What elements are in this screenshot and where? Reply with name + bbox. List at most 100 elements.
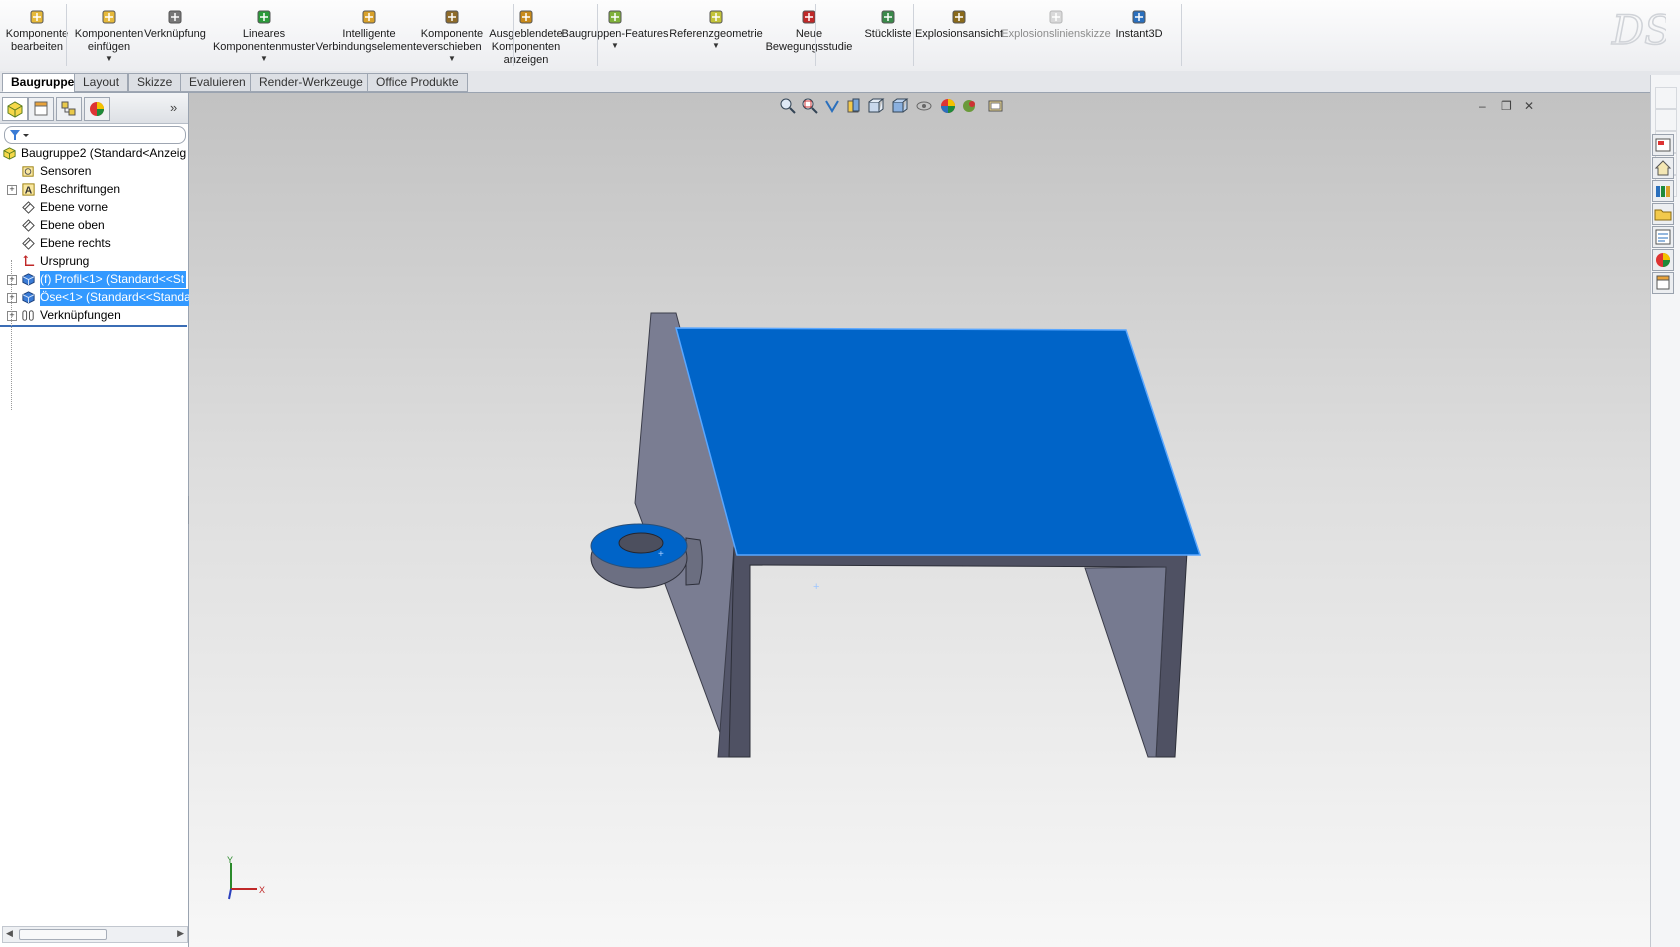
- tree-item-label: Ebene rechts: [40, 236, 111, 250]
- tree-item[interactable]: Ursprung: [0, 253, 188, 270]
- table-top-face[interactable]: [675, 327, 1202, 556]
- horizontal-scrollbar[interactable]: ◀ ▶: [2, 926, 188, 943]
- task-pane: [1650, 75, 1680, 947]
- dropdown-arrow-icon[interactable]: ▼: [416, 54, 488, 64]
- tree-end-line: [0, 325, 187, 327]
- show-hidden-components-button[interactable]: Ausgeblendete Komponenten anzeigen: [484, 8, 568, 67]
- ribbon-button-label: Explosionslinienskizze: [1001, 28, 1111, 40]
- ribbon-button-label: Komponenten einfügen: [74, 28, 144, 53]
- design-library-icon[interactable]: [1652, 180, 1674, 202]
- tree-item-label: Sensoren: [40, 164, 92, 178]
- custom-properties-icon[interactable]: [1652, 272, 1674, 294]
- move-component-icon: [445, 10, 459, 24]
- tab-render-werkzeuge[interactable]: Render-Werkzeuge: [250, 73, 372, 92]
- ribbon-button-label: Instant3D: [1115, 28, 1163, 40]
- edit-component-icon: [30, 10, 44, 24]
- table-right-side[interactable]: [1084, 566, 1167, 758]
- model-view[interactable]: + +: [189, 93, 1650, 947]
- configuration-manager-icon: [61, 101, 76, 116]
- tree-item[interactable]: Ebene vorne: [0, 199, 188, 216]
- home-icon[interactable]: [1652, 157, 1674, 179]
- assembly-features-icon: [608, 10, 622, 24]
- mate-button[interactable]: Verknüpfung: [142, 8, 208, 41]
- show-hidden-components-icon: [519, 10, 533, 24]
- tree-item[interactable]: Sensoren: [0, 163, 188, 180]
- ribbon-button-label: Komponente verschieben: [420, 28, 484, 53]
- explode-line-sketch-icon: [1049, 10, 1063, 24]
- svg-text:A: A: [25, 185, 33, 196]
- tab-evaluieren[interactable]: Evaluieren: [180, 73, 255, 92]
- smart-fasteners-icon: [362, 10, 376, 24]
- tree-item-label: Verknüpfungen: [40, 308, 121, 322]
- ribbon-button-label: Komponente bearbeiten: [5, 28, 69, 53]
- new-motion-study-button[interactable]: Neue Bewegungsstudie: [763, 8, 855, 54]
- expand-icon[interactable]: +: [7, 293, 17, 303]
- expand-icon[interactable]: +: [7, 185, 17, 195]
- tree-item-label: Beschriftungen: [40, 182, 121, 196]
- exploded-view-button[interactable]: Explosionsansicht: [912, 8, 1006, 41]
- tree-item[interactable]: Baugruppe2 (Standard<Anzeig: [0, 145, 188, 162]
- tab-office-produkte[interactable]: Office Produkte: [367, 73, 468, 92]
- tree-item[interactable]: + A Beschriftungen: [0, 181, 188, 198]
- instant3d-button[interactable]: Instant3D: [1106, 8, 1172, 41]
- tree-item[interactable]: + Öse<1> (Standard<<Standa: [0, 289, 193, 306]
- display-manager-icon: [90, 102, 104, 116]
- feature-tree-icon: [7, 101, 23, 118]
- filter-icon: [10, 130, 29, 140]
- reference-geometry-button[interactable]: Referenzgeometrie ▼: [668, 8, 764, 51]
- separator: [597, 4, 598, 66]
- expand-icon[interactable]: +: [7, 275, 17, 285]
- part-icon: [22, 291, 35, 304]
- ribbon-button-label: Explosionsansicht: [914, 28, 1004, 40]
- separator: [815, 4, 816, 66]
- graphics-area[interactable]: ‒ ❐ ✕ + + Y X: [189, 93, 1650, 947]
- tree-connector: [11, 260, 12, 410]
- feature-manager-tab[interactable]: [2, 97, 28, 121]
- tab-skizze[interactable]: Skizze: [128, 73, 182, 92]
- configuration-manager-tab[interactable]: [56, 97, 82, 121]
- tree-item-label: Baugruppe2 (Standard<Anzeig: [21, 146, 187, 160]
- tree-item[interactable]: Ebene rechts: [0, 235, 188, 252]
- feature-manager-panel: » Baugruppe2 (Standard<Anzeig Sensoren + A B…: [0, 93, 193, 947]
- tree-item[interactable]: + Verknüpfungen: [0, 307, 188, 324]
- appearances-icon[interactable]: [1652, 249, 1674, 271]
- property-manager-tab[interactable]: [28, 97, 54, 121]
- dropdown-arrow-icon[interactable]: ▼: [560, 41, 670, 51]
- file-explorer-icon[interactable]: [1652, 203, 1674, 225]
- tree-item[interactable]: Ebene oben: [0, 217, 188, 234]
- scroll-left-icon[interactable]: ◀: [6, 928, 13, 939]
- tree-filter-input[interactable]: [4, 126, 186, 144]
- tab-baugruppe[interactable]: Baugruppe: [2, 73, 84, 92]
- separator: [913, 4, 914, 66]
- tree-item[interactable]: + (f) Profil<1> (Standard<<St: [0, 271, 188, 288]
- dropdown-arrow-icon[interactable]: ▼: [72, 54, 146, 64]
- bill-of-materials-button[interactable]: Stückliste: [858, 8, 918, 41]
- origin-icon: [23, 255, 35, 266]
- tree-item-label: Ursprung: [40, 254, 90, 268]
- tab-layout[interactable]: Layout: [74, 73, 129, 92]
- solidworks-resources-icon[interactable]: [1652, 134, 1674, 156]
- scroll-right-icon[interactable]: ▶: [177, 928, 184, 939]
- dropdown-arrow-icon[interactable]: ▼: [210, 54, 318, 64]
- view-palette-icon[interactable]: [1652, 226, 1674, 248]
- assembly-features-button[interactable]: Baugruppen-Features ▼: [560, 8, 670, 51]
- command-manager-tabs: Baugruppe Layout Skizze Evaluieren Render-We…: [0, 71, 1680, 93]
- scroll-thumb[interactable]: [19, 929, 107, 940]
- expand-icon[interactable]: +: [7, 311, 17, 321]
- smart-fasteners-button[interactable]: Intelligente Verbindungselemente: [310, 8, 428, 54]
- ribbon-button-label: Intelligente Verbindungselemente: [315, 28, 423, 53]
- insert-components-button[interactable]: Komponenten einfügen ▼: [72, 8, 146, 64]
- annotations-icon: A: [22, 183, 35, 196]
- svg-text:+: +: [658, 549, 664, 560]
- display-manager-tab[interactable]: [84, 97, 110, 121]
- dropdown-arrow-icon[interactable]: ▼: [668, 41, 764, 51]
- edit-component-button[interactable]: Komponente bearbeiten: [0, 8, 74, 54]
- command-manager: Komponente bearbeiten Komponenten einfüge…: [0, 0, 1680, 72]
- expand-panel-icon[interactable]: »: [170, 100, 177, 115]
- separator: [66, 4, 67, 66]
- svg-text:DS: DS: [1611, 8, 1666, 54]
- explode-line-sketch-button[interactable]: Explosionslinienskizze: [1000, 8, 1112, 41]
- panel-tabs: »: [0, 93, 188, 124]
- linear-pattern-button[interactable]: Lineares Komponentenmuster ▼: [210, 8, 318, 64]
- move-component-button[interactable]: Komponente verschieben ▼: [416, 8, 488, 64]
